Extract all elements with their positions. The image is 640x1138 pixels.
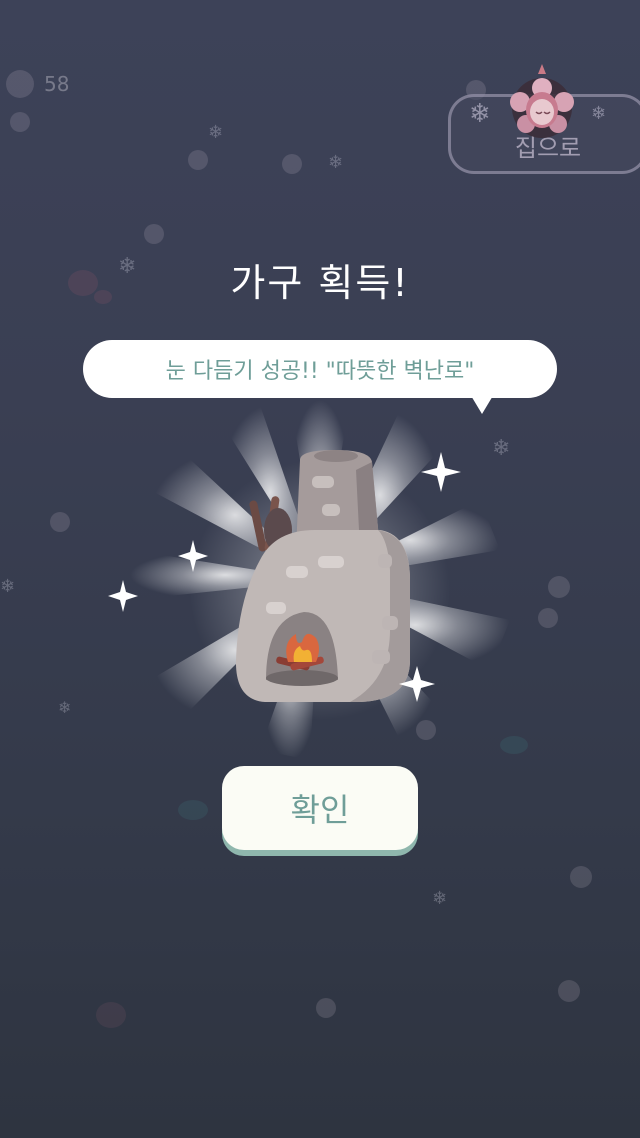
confirm-button[interactable]: 확인 — [222, 766, 418, 850]
background-snow-dot — [6, 70, 34, 98]
background-snow-dot — [188, 150, 208, 170]
snowflake-icon: ❄ — [0, 576, 16, 597]
snow-counter: 58 — [44, 72, 70, 96]
snowflake-icon: ❄ — [208, 122, 224, 143]
snowflake-icon: ❄ — [432, 888, 448, 909]
furniture-illustration — [108, 400, 510, 760]
background-rock — [96, 1002, 126, 1028]
confirm-button-label: 확인 — [290, 791, 350, 829]
snowflake-icon: ❄ — [591, 103, 607, 124]
background-snow-dot — [316, 998, 336, 1018]
background-bush — [178, 800, 208, 820]
background-snow-dot — [144, 224, 164, 244]
character-avatar-icon — [510, 64, 574, 138]
snowflake-icon: ❄ — [469, 99, 491, 129]
background-snow-dot — [10, 112, 30, 132]
snowflake-icon: ❄ — [328, 152, 344, 173]
dialog-title: 가구 획득! — [230, 261, 410, 305]
background-snow-dot — [282, 154, 302, 174]
background-snow-dot — [570, 866, 592, 888]
background-snow-dot — [558, 980, 580, 1002]
